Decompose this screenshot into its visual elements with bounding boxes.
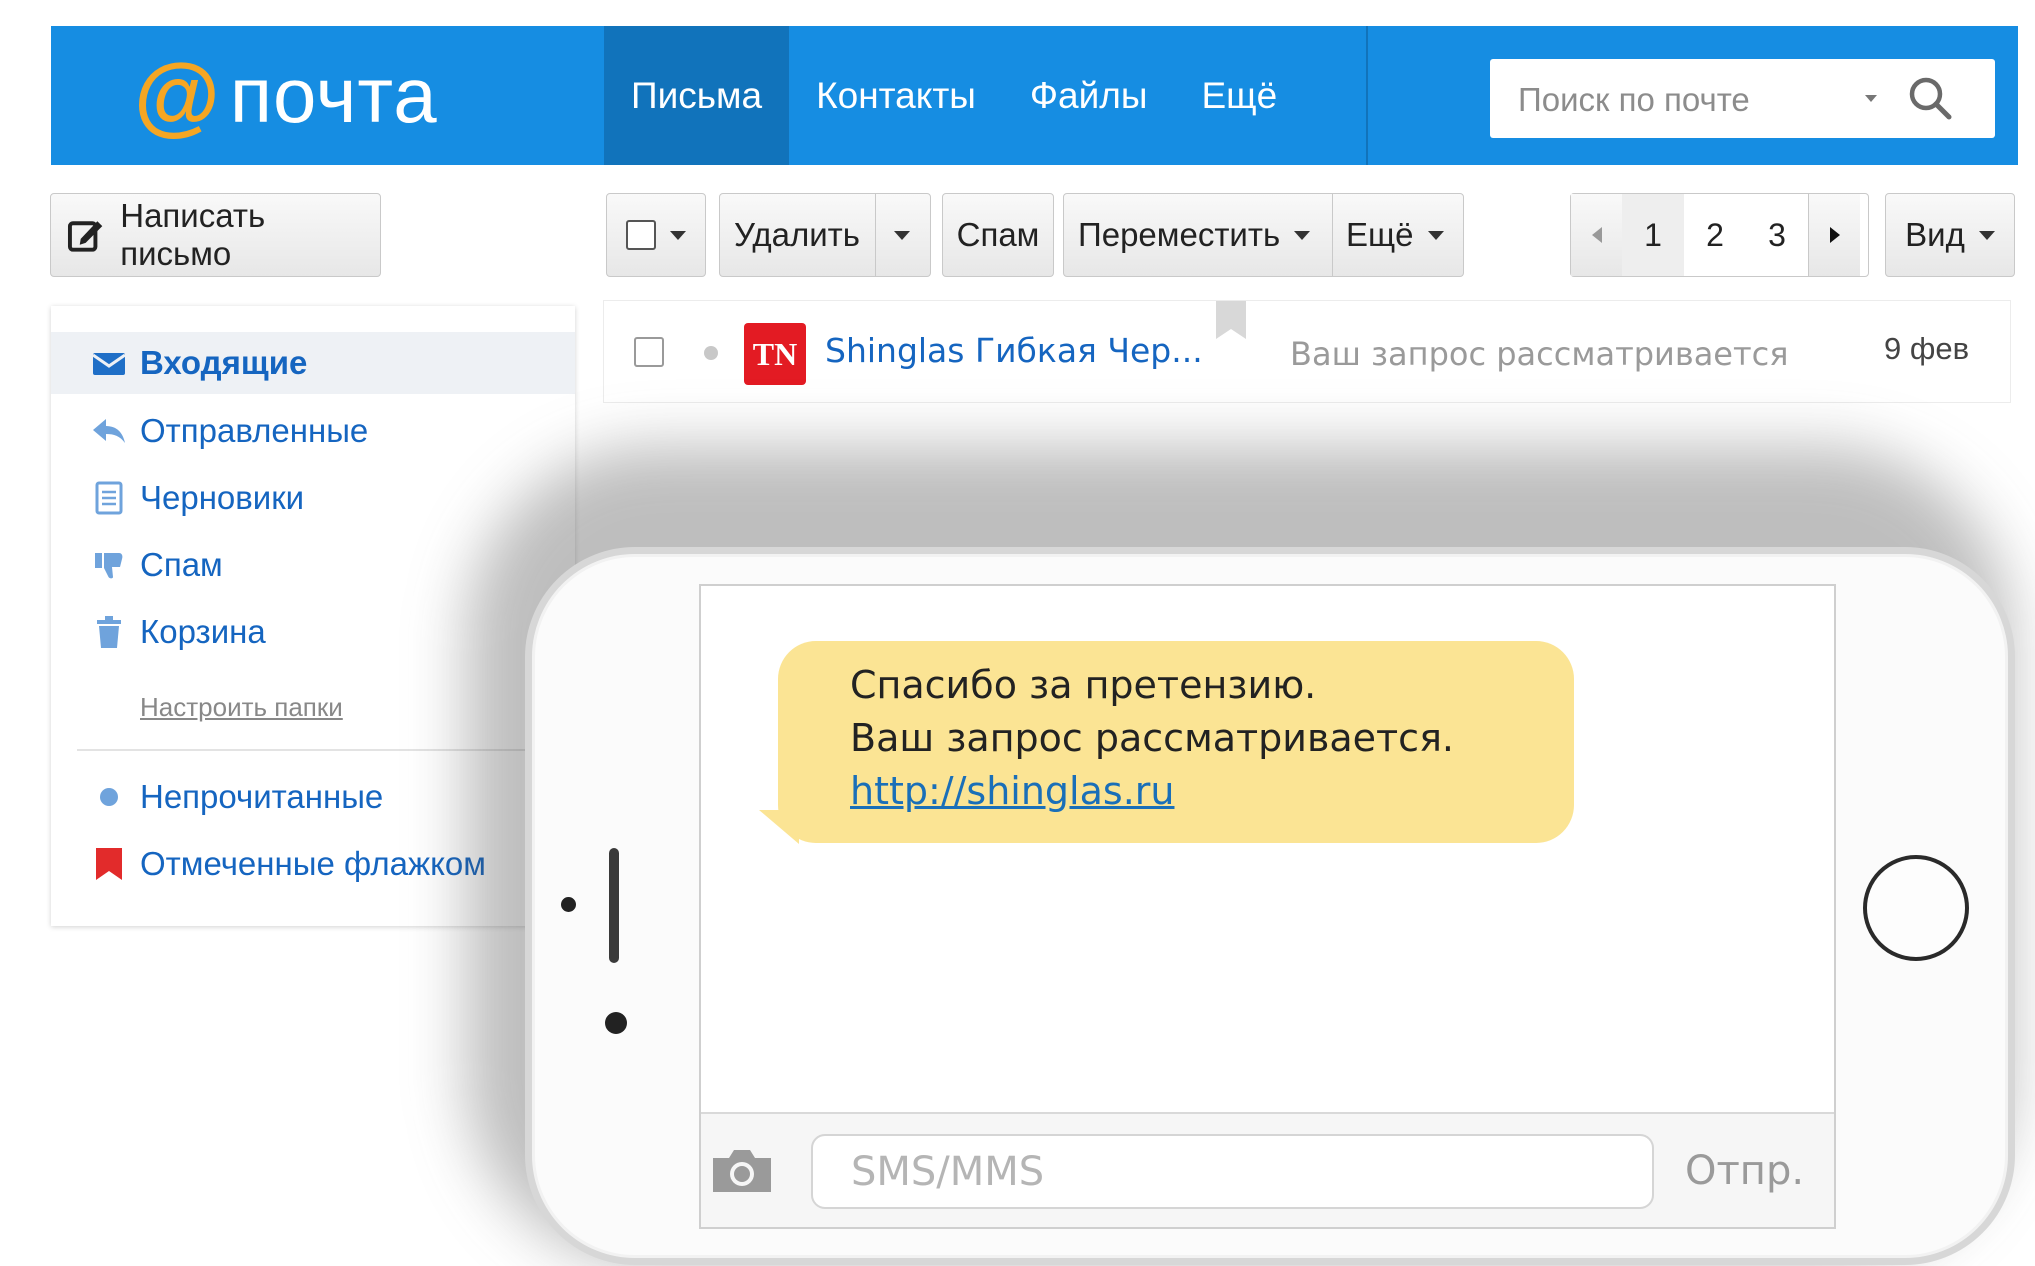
- compose-icon: [67, 221, 103, 252]
- spam-button[interactable]: Спам: [942, 193, 1054, 277]
- search-input[interactable]: [1516, 59, 1860, 140]
- sms-line: Ваш запрос рассматривается.: [850, 716, 1455, 760]
- phone-speaker: [609, 848, 619, 963]
- camera-icon[interactable]: [709, 1146, 775, 1194]
- message-subject: Ваш запрос рассматривается: [1290, 335, 1789, 373]
- draft-icon: [95, 481, 123, 515]
- more-actions-button[interactable]: Ещё: [1333, 194, 1463, 276]
- envelope-icon: [92, 353, 126, 375]
- phone-home-button: [1863, 855, 1969, 961]
- thumbs-down-icon: [95, 553, 123, 579]
- sms-input[interactable]: SMS/MMS: [811, 1134, 1654, 1209]
- tab-contacts[interactable]: Контакты: [789, 26, 1003, 165]
- tab-more[interactable]: Ещё: [1174, 26, 1304, 165]
- filter-label: Отмеченные флажком: [140, 845, 486, 882]
- message-checkbox[interactable]: [634, 337, 664, 367]
- folder-label: Черновики: [140, 479, 305, 516]
- move-label: Переместить: [1078, 216, 1281, 253]
- more-label: Ещё: [1346, 216, 1414, 253]
- chevron-down-icon: [1978, 230, 1995, 240]
- prev-page-button[interactable]: [1571, 194, 1622, 276]
- message-sender: Shinglas Гибкая Чер...: [825, 331, 1203, 370]
- tab-files[interactable]: Файлы: [1003, 26, 1175, 165]
- tab-letters[interactable]: Письма: [604, 26, 790, 165]
- chevron-down-icon: [670, 230, 686, 240]
- folder-label: Корзина: [140, 613, 266, 650]
- view-label: Вид: [1905, 216, 1965, 253]
- folder-label: Отправленные: [140, 412, 369, 449]
- chevron-down-icon: [1294, 230, 1311, 240]
- sms-line: Спасибо за претензию.: [850, 663, 1317, 707]
- delete-label: Удалить: [734, 216, 860, 253]
- sms-link[interactable]: http://shinglas.ru: [850, 769, 1174, 813]
- next-page-button[interactable]: [1808, 194, 1860, 276]
- bookmark-flag-icon[interactable]: [1216, 301, 1246, 339]
- phone-screen: Спасибо за претензию. Ваш запрос рассмат…: [699, 584, 1836, 1229]
- top-header: @ почта Письма Контакты Файлы Ещё: [51, 26, 2018, 165]
- mail-logo[interactable]: @ почта: [134, 40, 438, 150]
- logo-at-sign: @: [134, 45, 220, 144]
- page-1[interactable]: 1: [1622, 194, 1684, 276]
- compose-button[interactable]: Написать письмо: [50, 193, 381, 277]
- main-nav: Письма Контакты Файлы Ещё: [604, 26, 1304, 165]
- search-icon[interactable]: [1905, 73, 1955, 123]
- reply-icon: [93, 419, 125, 443]
- split-divider: [875, 194, 876, 276]
- configure-folders-link[interactable]: Настроить папки: [140, 692, 343, 723]
- compose-label: Написать письмо: [120, 197, 266, 272]
- phone-sensor: [561, 897, 576, 912]
- pagination: 1 2 3: [1570, 193, 1869, 277]
- filter-label: Непрочитанные: [140, 778, 384, 815]
- move-button[interactable]: Переместить: [1064, 194, 1333, 276]
- delete-button[interactable]: Удалить: [719, 193, 931, 277]
- sender-avatar: TN: [744, 323, 806, 385]
- view-button[interactable]: Вид: [1885, 193, 2015, 277]
- page-3[interactable]: 3: [1746, 194, 1808, 276]
- folder-inbox[interactable]: Входящие: [51, 332, 575, 394]
- folder-drafts[interactable]: Черновики: [51, 467, 575, 529]
- arrow-left-icon: [1591, 227, 1602, 243]
- folder-sent[interactable]: Отправленные: [51, 400, 575, 462]
- unread-dot-icon: [100, 788, 118, 806]
- flag-icon: [96, 848, 122, 880]
- folder-label: Входящие: [140, 344, 308, 381]
- page-2[interactable]: 2: [1684, 194, 1746, 276]
- read-status-icon[interactable]: [704, 346, 718, 360]
- header-divider: [1366, 26, 1368, 165]
- spam-label: Спам: [956, 216, 1040, 253]
- chevron-down-icon: [1427, 230, 1444, 240]
- chevron-down-icon[interactable]: [894, 231, 910, 240]
- folder-label: Спам: [140, 546, 223, 583]
- logo-text: почта: [229, 51, 438, 139]
- arrow-right-icon: [1829, 227, 1840, 243]
- move-more-group: Переместить Ещё: [1063, 193, 1464, 277]
- message-row[interactable]: TN Shinglas Гибкая Чер... Ваш запрос рас…: [603, 300, 2011, 403]
- trash-icon: [97, 616, 121, 648]
- sms-send-button[interactable]: Отпр.: [1685, 1148, 1804, 1194]
- sms-compose-bar: SMS/MMS Отпр.: [701, 1112, 1834, 1227]
- phone-front-camera: [605, 1012, 627, 1034]
- search-box: [1490, 59, 1995, 140]
- sms-bubble: Спасибо за претензию. Ваш запрос рассмат…: [778, 641, 1574, 843]
- select-all-checkbox[interactable]: [626, 220, 656, 250]
- select-all-dropdown[interactable]: [606, 193, 706, 277]
- search-options-caret[interactable]: [1865, 95, 1877, 102]
- message-date: 9 фев: [1884, 331, 1970, 366]
